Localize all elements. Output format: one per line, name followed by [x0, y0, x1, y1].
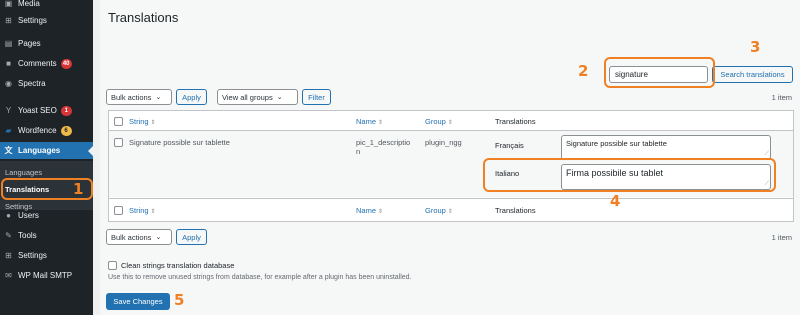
- settings-icon: ⊞: [5, 16, 12, 25]
- sort-icon: ⇕: [447, 209, 453, 215]
- row-name: pic_1_descriptio n: [356, 138, 411, 156]
- current-menu-arrow: [88, 146, 93, 156]
- column-header-translations: Translations: [495, 117, 536, 126]
- footer-column-string[interactable]: String ⇕: [129, 206, 156, 215]
- footer-column-translations: Translations: [495, 206, 536, 215]
- sort-icon: ⇕: [447, 120, 453, 126]
- annotation-number-5: 5: [174, 291, 185, 309]
- sidebar-item-tools[interactable]: ✎ Tools: [0, 227, 93, 244]
- footer-column-group[interactable]: Group ⇕: [425, 206, 453, 215]
- bulk-actions-select-bottom[interactable]: Bulk actions ⌄: [106, 229, 172, 245]
- wordfence-count-badge: 6: [60, 125, 72, 136]
- save-changes-button[interactable]: Save Changes: [106, 293, 170, 310]
- items-count-bottom: 1 item: [771, 233, 792, 242]
- comments-count-badge: 40: [60, 58, 72, 69]
- annotation-number-4: 4: [610, 192, 621, 210]
- tools-icon: ✎: [5, 231, 12, 240]
- yoast-count-badge: 1: [60, 105, 72, 116]
- media-icon: ▣: [4, 0, 13, 8]
- comments-icon: ■: [6, 59, 11, 68]
- users-icon: ●: [6, 211, 11, 220]
- main-content: Translations signature Search translatio…: [97, 0, 800, 315]
- select-all-checkbox-footer[interactable]: [114, 206, 123, 215]
- annotation-number-3: 3: [750, 38, 761, 56]
- mail-icon: ✉: [5, 271, 12, 280]
- row-group: plugin_ngg: [425, 138, 462, 147]
- annotation-number-2: 2: [578, 62, 589, 80]
- clean-strings-checkbox[interactable]: [108, 261, 117, 270]
- translation-field-fr[interactable]: Signature possible sur tablette ⟋: [561, 135, 771, 160]
- sort-icon: ⇕: [150, 120, 156, 126]
- admin-sidebar: ▣ Media ⊞ Settings ▤ Pages ■ Comments 40…: [0, 0, 93, 315]
- select-all-checkbox[interactable]: [114, 117, 123, 126]
- wordfence-icon: ▰: [5, 126, 12, 135]
- page-title: Translations: [108, 10, 179, 25]
- annotation-number-1: 1: [73, 180, 84, 198]
- apply-button[interactable]: Apply: [176, 89, 207, 105]
- yoast-icon: Y: [5, 106, 12, 115]
- sort-icon: ⇕: [378, 209, 384, 215]
- sidebar-item-users[interactable]: ● Users: [0, 207, 93, 224]
- sidebar-item-pages[interactable]: ▤ Pages: [0, 35, 93, 52]
- view-all-groups-select[interactable]: View all groups ⌄: [217, 89, 298, 105]
- sidebar-item-settings[interactable]: ⊞ Settings: [0, 247, 93, 264]
- chevron-down-icon: ⌄: [155, 94, 162, 101]
- content-area: Translations signature Search translatio…: [100, 0, 800, 315]
- languages-icon: 文: [4, 146, 13, 155]
- annotation-box-2: [604, 57, 715, 88]
- sort-icon: ⇕: [150, 209, 156, 215]
- row-checkbox[interactable]: [114, 138, 123, 147]
- column-header-string[interactable]: String ⇕: [129, 117, 156, 126]
- pages-icon: ▤: [4, 39, 13, 48]
- chevron-down-icon: ⌄: [155, 234, 162, 241]
- settings-icon: ⊞: [5, 251, 12, 260]
- annotation-box-4: [483, 158, 776, 192]
- sidebar-item-wordfence[interactable]: ▰ Wordfence 6: [0, 122, 93, 139]
- spectra-icon: ◉: [5, 79, 12, 88]
- footer-column-name[interactable]: Name ⇕: [356, 206, 383, 215]
- footer-divider: [109, 198, 793, 199]
- clean-strings-label[interactable]: Clean strings translation database: [121, 261, 234, 270]
- items-count: 1 item: [771, 93, 792, 102]
- sidebar-item-languages[interactable]: 文 Languages: [0, 142, 93, 159]
- submenu-item-languages[interactable]: Languages: [5, 168, 42, 177]
- clean-strings-help: Use this to remove unused strings from d…: [108, 274, 412, 281]
- sidebar-item-media[interactable]: ▣ Media: [0, 0, 93, 12]
- sidebar-item-spectra[interactable]: ◉ Spectra: [0, 75, 93, 92]
- column-header-group[interactable]: Group ⇕: [425, 117, 453, 126]
- translation-language-fr: Français: [495, 141, 524, 150]
- row-string: Signature possible sur tablette: [129, 138, 230, 147]
- chevron-down-icon: ⌄: [276, 94, 283, 101]
- sidebar-item-comments[interactable]: ■ Comments 40: [0, 55, 93, 72]
- bulk-actions-select[interactable]: Bulk actions ⌄: [106, 89, 172, 105]
- sidebar-item-settings-top[interactable]: ⊞ Settings: [0, 12, 93, 29]
- search-translations-button[interactable]: Search translations: [712, 66, 793, 83]
- sidebar-item-wp-mail-smtp[interactable]: ✉ WP Mail SMTP: [0, 267, 93, 284]
- filter-button[interactable]: Filter: [302, 89, 331, 105]
- column-header-name[interactable]: Name ⇕: [356, 117, 383, 126]
- sort-icon: ⇕: [378, 120, 384, 126]
- resize-handle-icon[interactable]: ⟋: [765, 151, 769, 158]
- apply-button-bottom[interactable]: Apply: [176, 229, 207, 245]
- sidebar-item-yoast[interactable]: Y Yoast SEO 1: [0, 102, 93, 119]
